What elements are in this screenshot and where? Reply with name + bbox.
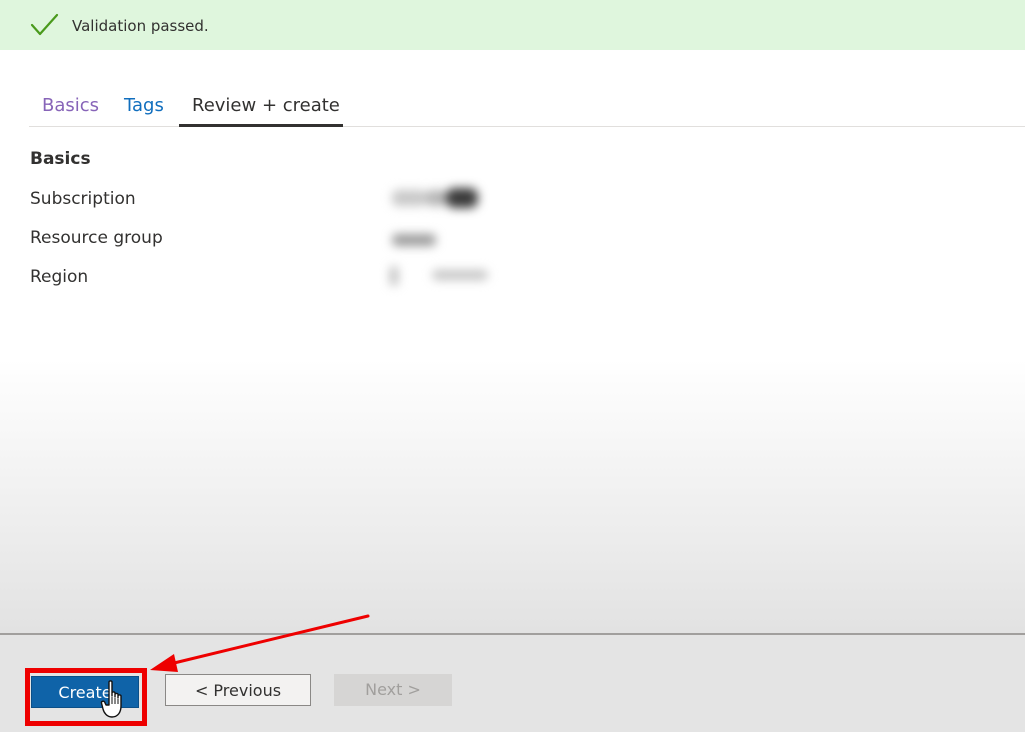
wizard-tabs: Basics Tags Review + create xyxy=(0,88,1025,128)
label-region: Region xyxy=(30,267,89,287)
tab-tags[interactable]: Tags xyxy=(124,95,164,117)
value-resource-group-redacted xyxy=(390,228,450,252)
validation-message: Validation passed. xyxy=(72,17,209,35)
value-subscription-redacted xyxy=(390,184,482,212)
label-resource-group: Resource group xyxy=(30,228,163,248)
hand-cursor-icon xyxy=(100,680,122,718)
label-subscription: Subscription xyxy=(30,189,136,209)
section-title-basics: Basics xyxy=(30,149,91,169)
selected-tab-indicator xyxy=(179,124,343,127)
value-region-redacted xyxy=(388,262,493,290)
tab-review-create[interactable]: Review + create xyxy=(192,95,340,117)
annotation-arrow-icon xyxy=(150,614,370,672)
tab-basics[interactable]: Basics xyxy=(42,95,99,117)
checkmark-icon xyxy=(30,13,59,36)
validation-banner: Validation passed. xyxy=(0,0,1025,50)
